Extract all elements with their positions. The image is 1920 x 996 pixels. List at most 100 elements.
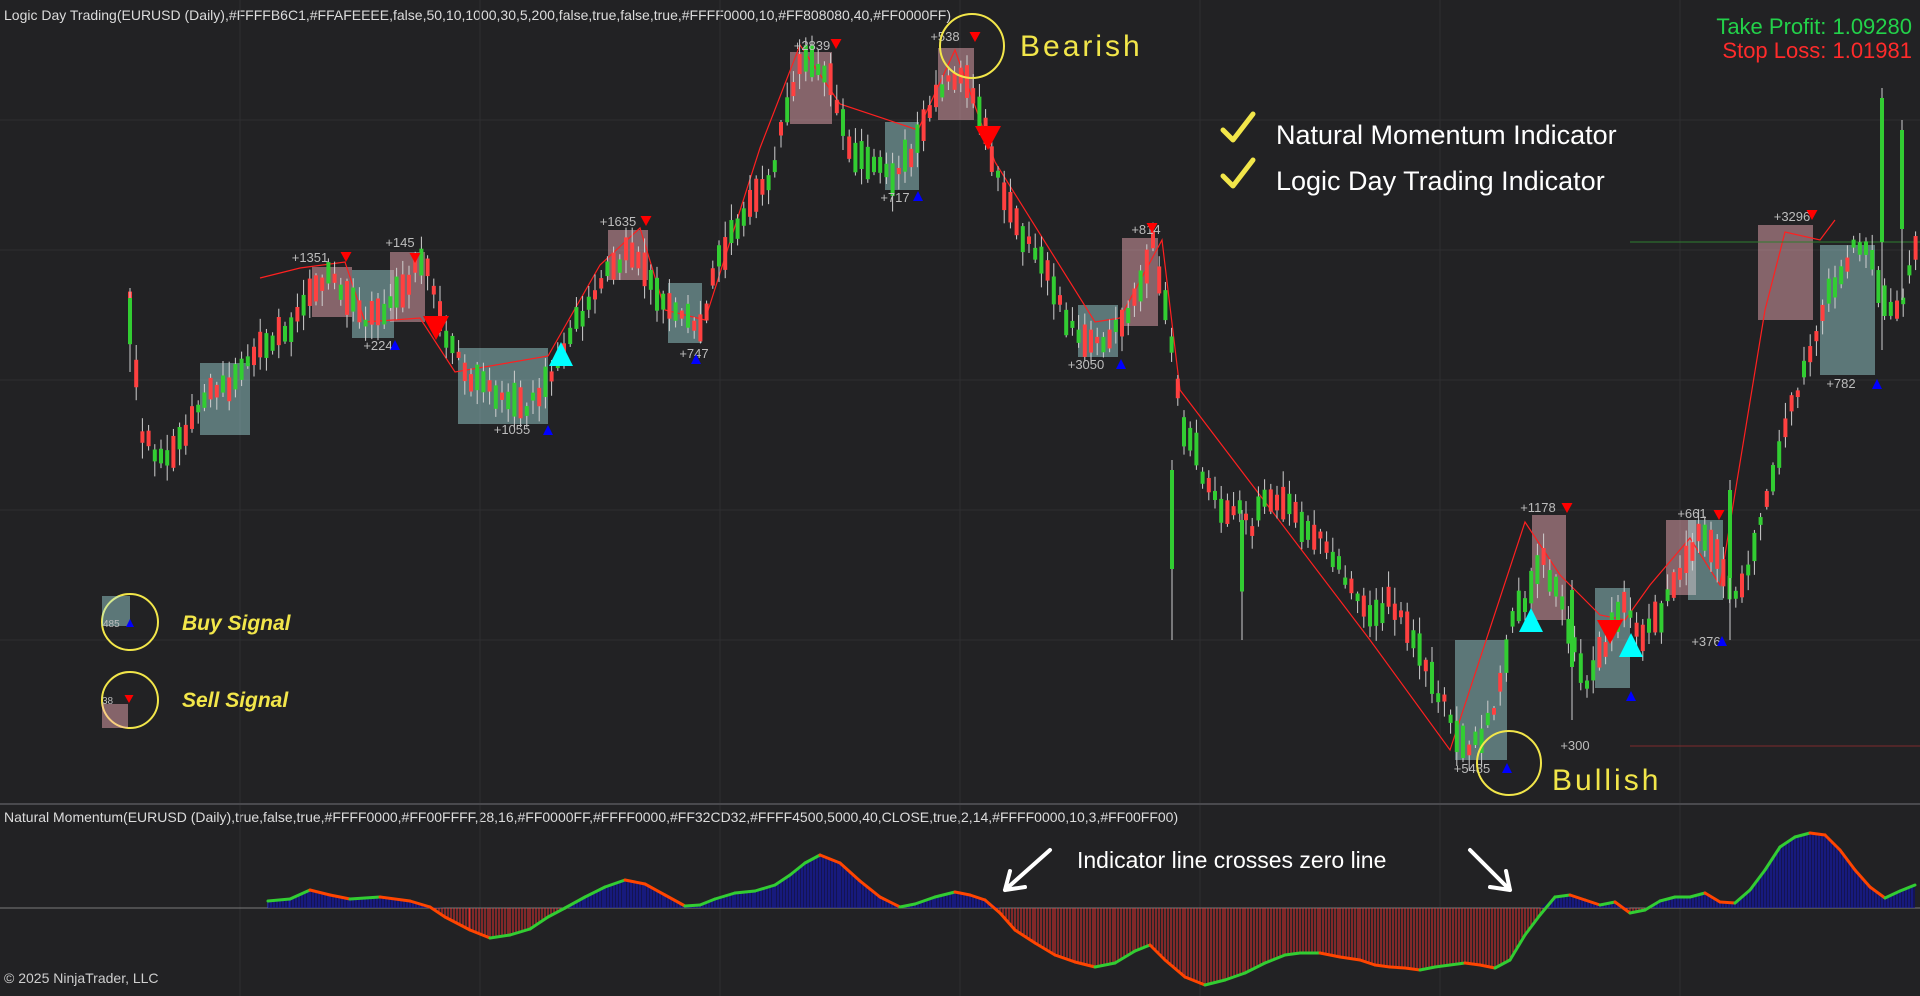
candle-body [1473, 731, 1478, 746]
candle-body [754, 178, 759, 212]
candle-body [586, 296, 591, 310]
candle-body [927, 105, 932, 118]
candle-body [425, 258, 430, 277]
candle-body [388, 296, 393, 308]
candle-body [1882, 285, 1887, 317]
candle-body [1485, 712, 1490, 726]
momentum-line-segment [1033, 941, 1057, 957]
candle-body [1250, 526, 1255, 536]
trade-label: +1635 [600, 214, 637, 229]
candle-body [1826, 278, 1831, 304]
candle-body [1436, 693, 1441, 703]
candle-body [828, 63, 833, 96]
candle-body [816, 63, 821, 76]
candle-body [1138, 270, 1143, 302]
candle-body [1008, 191, 1013, 223]
momentum-chart[interactable]: Indicator line crosses zero line [0, 805, 1920, 996]
candle-body [1157, 266, 1162, 294]
candle-body [772, 160, 777, 173]
candle-body [593, 290, 597, 300]
candle-body [1913, 236, 1918, 260]
candle-body [1715, 539, 1720, 569]
candle-body [1070, 320, 1075, 328]
candle-body [1504, 639, 1509, 673]
candle-body [493, 385, 498, 409]
candle-body [1411, 630, 1416, 649]
candles [128, 35, 1918, 770]
momentum-line-segment [1553, 893, 1572, 899]
candle-body [252, 346, 256, 366]
candle-body [221, 375, 225, 393]
candle-body [1287, 493, 1292, 515]
zero-cross-annotation: Indicator line crosses zero line [1077, 847, 1386, 873]
candle-body [1182, 417, 1186, 447]
candle-body [723, 237, 728, 270]
momentum-line-segment [1283, 951, 1302, 957]
candle-body [611, 252, 616, 280]
small-buy-marker [543, 425, 553, 435]
candle-body [1839, 266, 1844, 285]
candle-body [748, 189, 752, 217]
trade-label: +145 [385, 235, 414, 250]
trade-label: +376 [1691, 634, 1720, 649]
candle-body [1696, 523, 1701, 542]
candle-body [661, 293, 666, 310]
candle-body [1107, 329, 1112, 349]
momentum-line-segment [1073, 960, 1097, 969]
candle-body [1678, 567, 1682, 580]
candle-body [1585, 680, 1589, 689]
candle-body [704, 303, 709, 321]
candle-body [543, 366, 548, 398]
candle-body [1399, 610, 1403, 618]
arrow-left-icon [1003, 848, 1052, 892]
copyright-text: © 2025 NinjaTrader, LLC [4, 970, 159, 986]
candle-body [487, 380, 492, 392]
candle-body [617, 259, 622, 273]
chart-window[interactable]: Logic Day Trading(EURUSD (Daily),#FFFFB6… [0, 0, 1920, 996]
momentum-line-segment [733, 889, 757, 895]
candle-body [419, 248, 424, 276]
price-chart[interactable]: +1351+145+224+1055+1635+747+2839+717+538… [0, 0, 1920, 803]
candle-body [196, 404, 201, 413]
trade-label: +224 [363, 338, 392, 353]
bearish-annotation-text: Bearish [1020, 30, 1143, 63]
candle-body [1709, 529, 1713, 563]
momentum-line-segment [1628, 908, 1647, 915]
candle-body [574, 307, 579, 329]
candle-body [1045, 260, 1050, 281]
candle-body [797, 53, 802, 75]
candle-body [1095, 336, 1100, 344]
candle-body [1126, 308, 1131, 324]
candle-body [741, 208, 746, 226]
candle-body [518, 387, 523, 419]
candle-body [1169, 336, 1174, 353]
candle-body [431, 285, 436, 295]
candle-body [1789, 395, 1794, 412]
candle-body [642, 252, 647, 287]
checklist: Natural Momentum Indicator Logic Day Trad… [1220, 111, 1617, 196]
candle-body [506, 391, 511, 410]
trade-label: +5485 [1454, 761, 1491, 776]
candle-body [1194, 432, 1199, 466]
checklist-item: Natural Momentum Indicator [1276, 120, 1617, 150]
trade-label: +782 [1826, 376, 1855, 391]
candle-body [766, 175, 771, 191]
candle-body [946, 75, 951, 82]
candle-body [1764, 490, 1769, 507]
momentum-line-segment [1523, 913, 1542, 937]
candle-body [791, 82, 796, 97]
trade-label: +1178 [1520, 500, 1556, 515]
candle-body [1665, 589, 1670, 602]
sell-legend-box [102, 704, 128, 728]
candle-body [146, 430, 151, 447]
candle-body [450, 335, 455, 354]
candle-body [1244, 513, 1248, 521]
candle-body [1728, 490, 1732, 578]
candle-body [1225, 500, 1230, 524]
candle-body [1200, 471, 1205, 484]
candle-body [1578, 653, 1583, 683]
candle-body [171, 435, 176, 468]
candle-body [351, 287, 356, 312]
candle-body [140, 431, 145, 443]
candle-body [524, 406, 529, 416]
